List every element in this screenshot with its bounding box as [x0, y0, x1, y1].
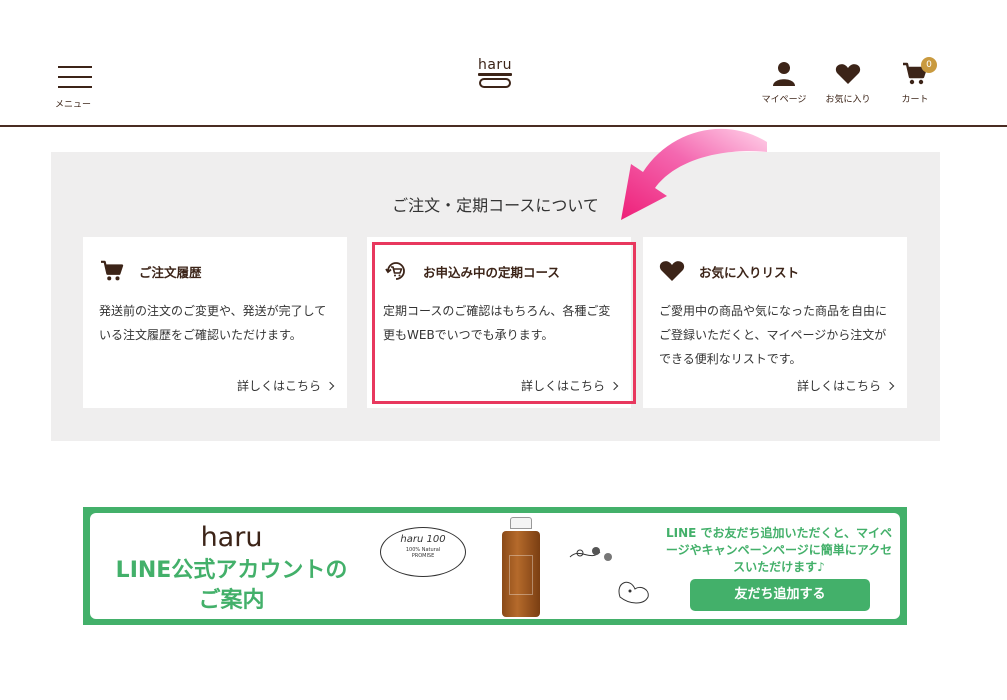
- highlight-frame: [372, 242, 636, 404]
- hamburger-icon: [58, 66, 92, 88]
- heart-icon: [835, 64, 861, 84]
- details-link-label: 詳しくはこちら: [236, 379, 321, 393]
- card-title: お気に入りリスト: [699, 264, 800, 280]
- mypage-link[interactable]: マイページ: [754, 60, 814, 105]
- cart-label: カート: [901, 95, 929, 105]
- heart-icon: [659, 261, 685, 281]
- order-history-card[interactable]: ご注文履歴 発送前の注文のご変更や、発送が完了している注文履歴をご確認いただけま…: [83, 237, 347, 408]
- mypage-label: マイページ: [761, 95, 807, 105]
- chevron-right-icon: [325, 381, 335, 390]
- logo-pill: [479, 78, 511, 88]
- annotation-arrow-icon: [621, 128, 767, 220]
- card-title: ご注文履歴: [139, 264, 202, 280]
- chevron-right-icon: [885, 381, 895, 390]
- details-link[interactable]: 詳しくはこちら: [236, 377, 335, 394]
- section-title: ご注文・定期コースについて: [392, 196, 599, 215]
- site-logo[interactable]: haru: [470, 58, 520, 88]
- menu-button[interactable]: メニュー: [55, 66, 95, 110]
- details-link[interactable]: 詳しくはこちら: [796, 377, 895, 394]
- decorative-doodle-icon: [569, 547, 649, 604]
- card-description: 発送前の注文のご変更や、発送が完了している注文履歴をご確認いただけます。: [99, 304, 327, 342]
- stamp-subtext: PROMISE: [411, 553, 435, 559]
- site-header: メニュー haru マイページ お気に入り 0 カート: [0, 0, 1007, 127]
- person-icon: [773, 62, 795, 86]
- menu-label: メニュー: [54, 100, 91, 110]
- banner-title-line1: LINE公式アカウントの: [115, 558, 348, 583]
- favorites-label: お気に入り: [825, 95, 871, 105]
- logo-text: haru: [477, 57, 513, 73]
- favorites-list-card[interactable]: お気に入りリスト ご愛用中の商品や気になった商品を自由にご登録いただくと、マイペ…: [643, 237, 907, 408]
- details-link-label: 詳しくはこちら: [796, 379, 881, 393]
- product-bottle-image: [502, 517, 540, 617]
- banner-title-line2: ご案内: [198, 588, 265, 613]
- cart-link[interactable]: 0 カート: [890, 57, 940, 105]
- add-friend-button[interactable]: 友だち追加する: [690, 579, 870, 611]
- cart-count-badge: 0: [921, 57, 937, 73]
- cart-icon: [101, 260, 124, 281]
- card-description: ご愛用中の商品や気になった商品を自由にご登録いただくと、マイページから注文ができ…: [659, 304, 888, 366]
- favorites-link[interactable]: お気に入り: [818, 60, 878, 105]
- promise-stamp: haru 100 100% Natural PROMISE: [380, 527, 466, 577]
- stamp-text: haru 100: [400, 534, 446, 545]
- logo-bar: [478, 73, 512, 76]
- banner-message: LINE でお友だち追加いただくと、マイページやキャンペーンページに簡単にアクセ…: [665, 526, 893, 574]
- line-official-banner[interactable]: haru LINE公式アカウントの ご案内 haru 100 100% Natu…: [83, 507, 907, 625]
- banner-brand: haru: [200, 522, 263, 553]
